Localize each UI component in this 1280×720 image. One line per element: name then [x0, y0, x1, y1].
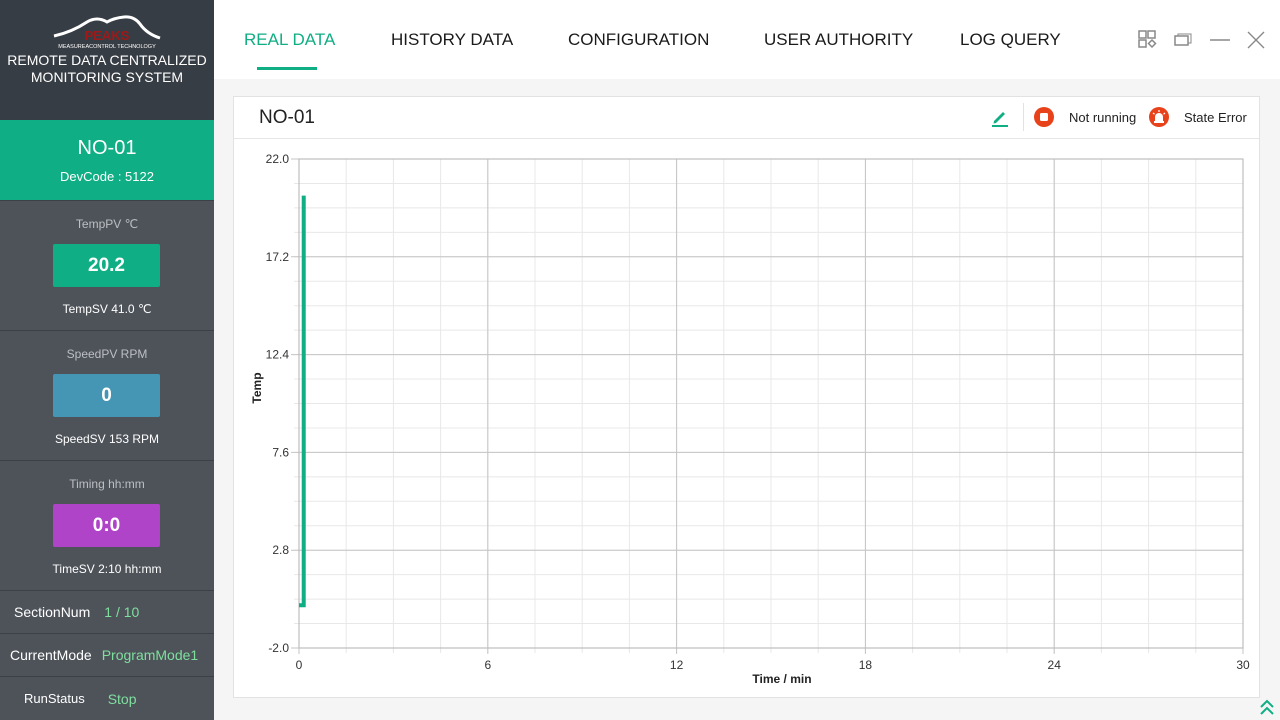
- x-tick-label: 24: [1048, 658, 1062, 672]
- metric-label: TempPV ℃: [75, 217, 139, 231]
- info-value: Stop: [107, 690, 137, 707]
- info-row-mode: CurrentMode ProgramMode1: [0, 634, 214, 677]
- device-card[interactable]: NO-01 DevCode : 5122: [0, 120, 214, 201]
- info-label: SectionNum: [14, 604, 91, 620]
- speed-sv: SpeedSV 153 RPM: [54, 432, 160, 446]
- info-value: 1 / 10: [104, 604, 140, 620]
- device-name: NO-01: [77, 137, 137, 159]
- x-tick-label: 12: [670, 658, 684, 672]
- x-tick-label: 30: [1236, 658, 1250, 672]
- y-axis-label: Temp: [250, 372, 264, 403]
- grid-minor: [294, 158, 1244, 653]
- close-icon[interactable]: [1244, 28, 1268, 52]
- tab-history-data[interactable]: HISTORY DATA: [391, 30, 513, 50]
- y-tick-label: 7.6: [272, 445, 289, 459]
- x-tick-label: 18: [859, 658, 873, 672]
- x-tick-label: 0: [296, 658, 303, 672]
- metric-label: Timing hh:mm: [69, 477, 145, 491]
- info-value: ProgramMode1: [101, 647, 199, 663]
- x-axis-label: Time / min: [752, 672, 811, 686]
- tab-log-query[interactable]: LOG QUERY: [960, 30, 1061, 50]
- restore-icon[interactable]: [1172, 28, 1196, 52]
- device-code: DevCode : 5122: [60, 169, 154, 184]
- layout-icon[interactable]: [1136, 28, 1160, 52]
- y-tick-label: -2.0: [268, 641, 289, 655]
- peaks-logo: PEAKS MEASUREACONTROL TECHNOLOGY: [53, 15, 161, 50]
- tab-configuration[interactable]: CONFIGURATION: [568, 30, 709, 50]
- y-tick-label: 2.8: [272, 543, 289, 557]
- metric-timing: Timing hh:mm 0:0 TimeSV 2:10 hh:mm: [0, 461, 214, 591]
- app-window: PEAKS MEASUREACONTROL TECHNOLOGY REMOTE …: [0, 0, 1280, 720]
- top-nav: REAL DATA HISTORY DATA CONFIGURATION USE…: [214, 0, 1280, 79]
- temperature-chart: 0 6 12 18 24 30 -2.0 2.8 7.6 12.4 17.2 22.0 Temp Ti…: [250, 152, 1250, 686]
- time-sv: TimeSV 2:10 hh:mm: [52, 562, 162, 576]
- tab-real-data[interactable]: REAL DATA: [244, 30, 335, 50]
- sidebar: PEAKS MEASUREACONTROL TECHNOLOGY REMOTE …: [0, 0, 214, 720]
- metric-temperature: TempPV ℃ 20.2 TempSV 41.0 ℃: [0, 201, 214, 331]
- svg-text:PEAKS: PEAKS: [85, 28, 130, 43]
- info-label: CurrentMode: [10, 647, 92, 663]
- device-chart-panel: NO-01 Not running State Error 0 6 12 18 …: [233, 96, 1260, 698]
- x-tick-label: 6: [484, 658, 491, 672]
- axes: 0 6 12 18 24 30 -2.0 2.8 7.6 12.4 17.2 22.0: [266, 152, 1250, 672]
- temp-pv-value: 20.2: [53, 244, 160, 287]
- info-row-status: RunStatus Stop: [0, 677, 214, 720]
- metric-label: SpeedPV RPM: [66, 347, 148, 361]
- scroll-to-top-icon[interactable]: [1257, 697, 1277, 717]
- timing-value: 0:0: [53, 504, 160, 547]
- minimize-icon[interactable]: [1208, 28, 1232, 52]
- y-tick-label: 12.4: [266, 348, 290, 362]
- temp-sv: TempSV 41.0 ℃: [62, 302, 152, 316]
- grid-major: [291, 158, 1244, 654]
- info-label: RunStatus: [24, 691, 85, 706]
- metric-speed: SpeedPV RPM 0 SpeedSV 153 RPM: [0, 331, 214, 461]
- info-row-section: SectionNum 1 / 10: [0, 591, 214, 634]
- speed-pv-value: 0: [53, 374, 160, 417]
- tab-user-authority[interactable]: USER AUTHORITY: [764, 30, 913, 50]
- active-tab-indicator: [257, 67, 317, 70]
- logo-area: PEAKS MEASUREACONTROL TECHNOLOGY REMOTE …: [0, 0, 214, 120]
- system-title: REMOTE DATA CENTRALIZED MONITORING SYSTE…: [7, 52, 207, 85]
- y-tick-label: 22.0: [266, 152, 290, 166]
- svg-text:MEASUREACONTROL TECHNOLOGY: MEASUREACONTROL TECHNOLOGY: [58, 44, 156, 50]
- y-tick-label: 17.2: [266, 250, 290, 264]
